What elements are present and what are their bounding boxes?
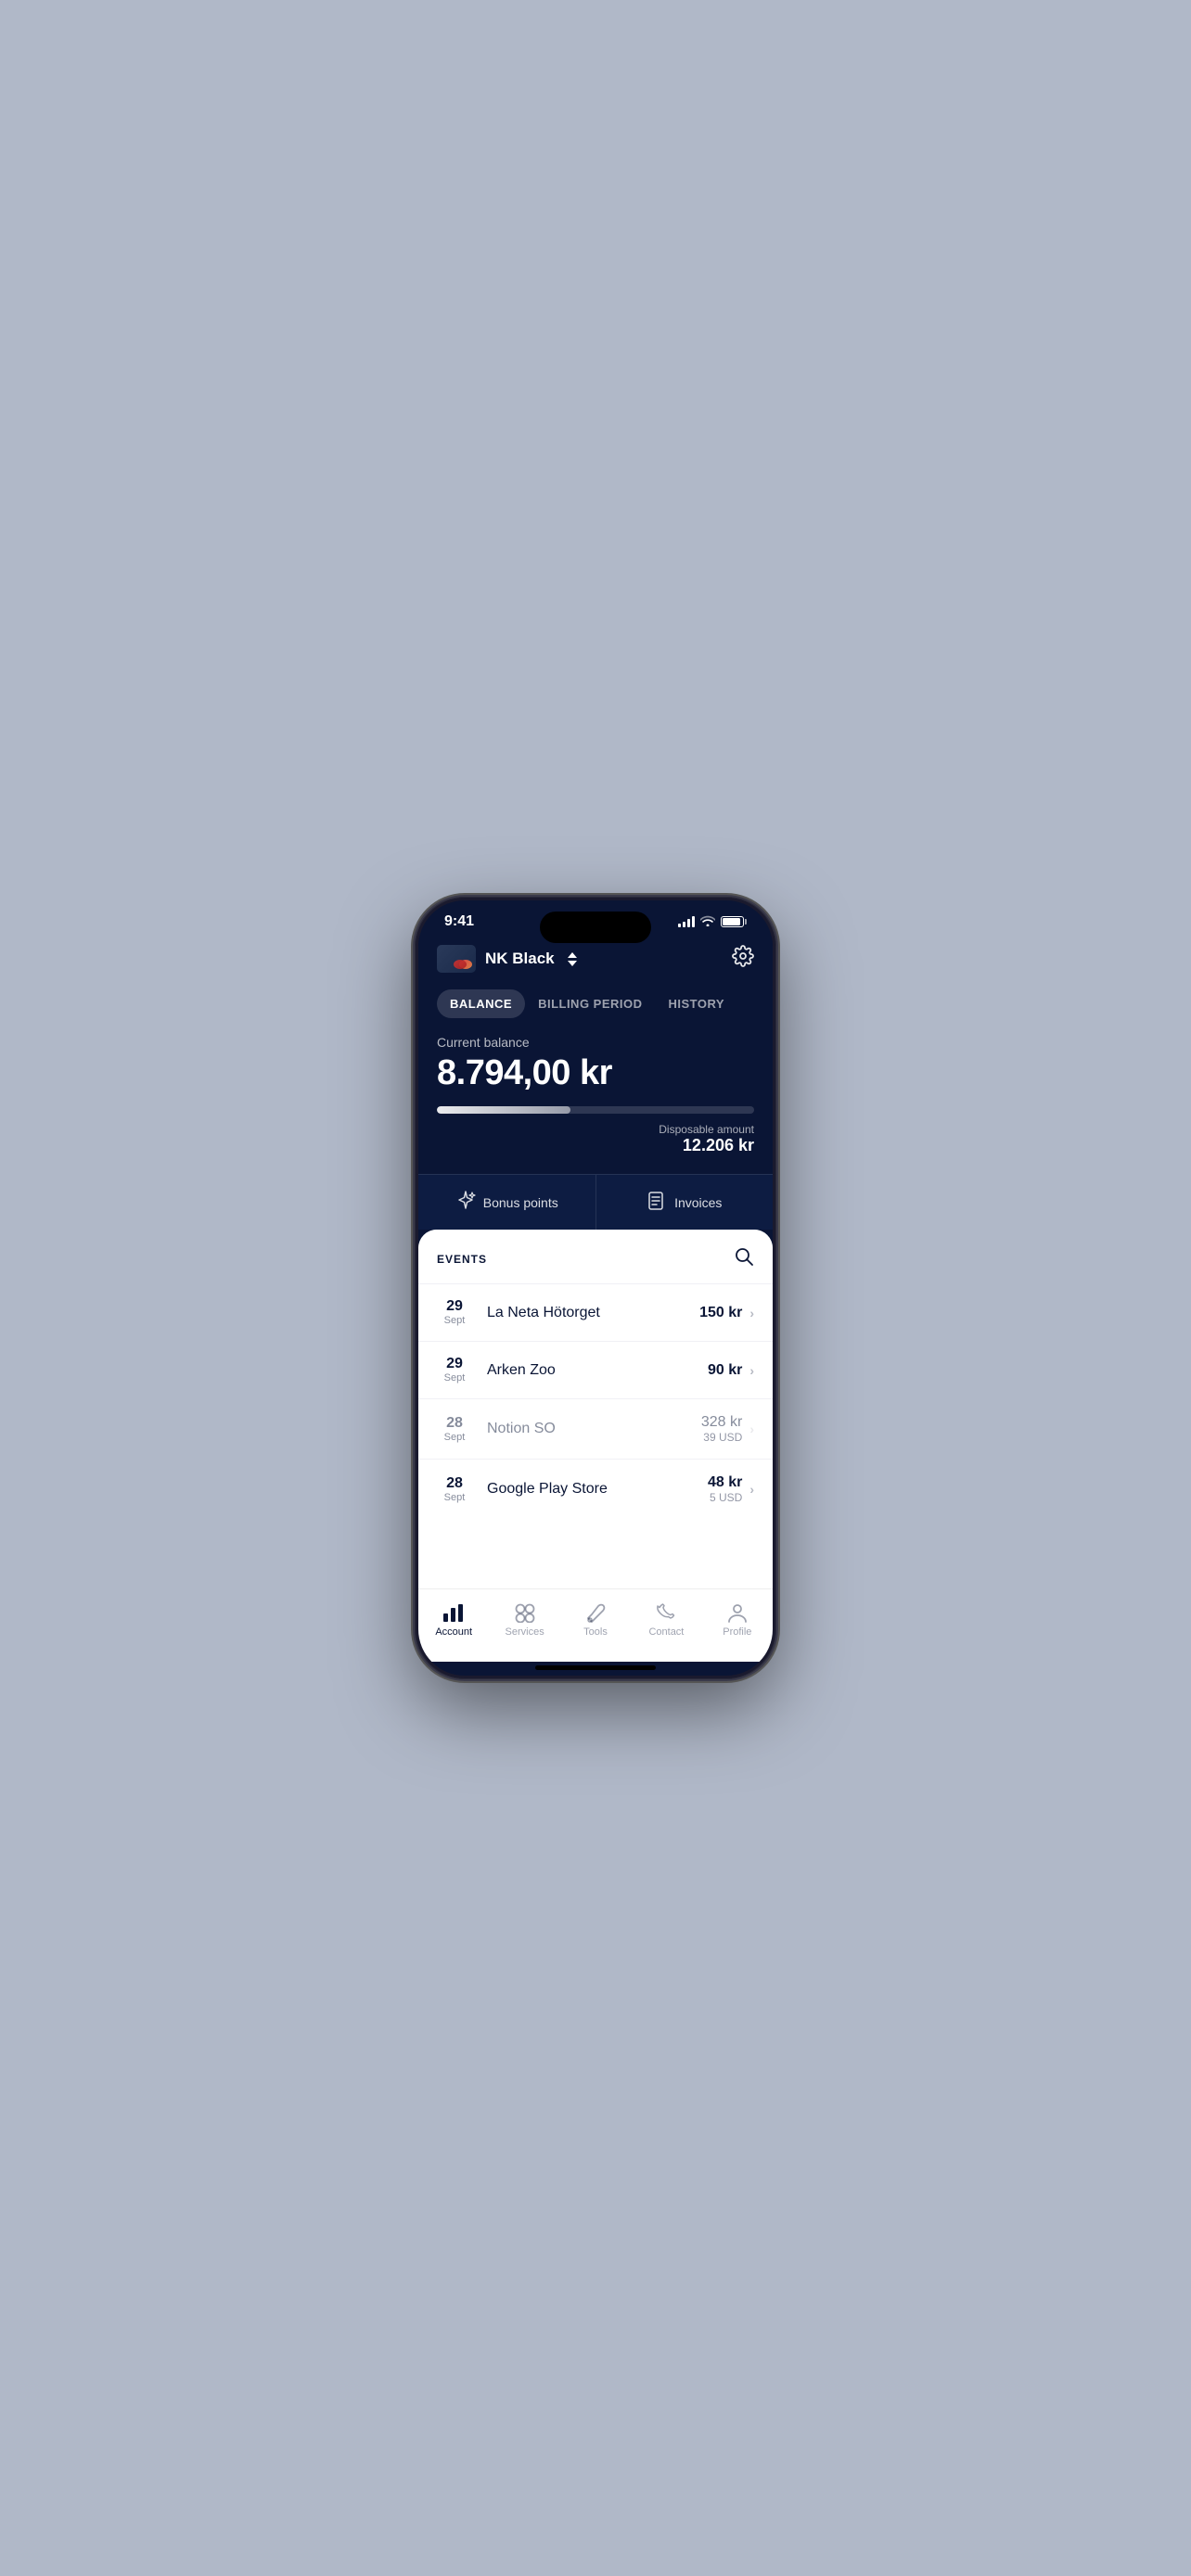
tx-amount: 48 kr bbox=[708, 1474, 742, 1491]
nav-profile-label: Profile bbox=[723, 1626, 751, 1638]
contact-icon bbox=[654, 1602, 678, 1623]
disposable-amount: 12.206 kr bbox=[437, 1136, 754, 1155]
nav-tools[interactable]: Tools bbox=[560, 1597, 631, 1643]
tx-name: Notion SO bbox=[487, 1421, 701, 1437]
bottom-nav: Account Services Tools bbox=[418, 1588, 773, 1662]
events-section: EVENTS 29 Sept La Neta Hötorget 150 kr bbox=[418, 1230, 773, 1588]
card-thumbnail bbox=[437, 945, 476, 973]
nav-tools-label: Tools bbox=[583, 1626, 608, 1638]
tx-amount-wrap: 328 kr 39 USD bbox=[701, 1414, 742, 1444]
chevron-right-icon: › bbox=[749, 1306, 754, 1320]
profile-icon bbox=[725, 1602, 749, 1623]
phone-screen: 9:41 bbox=[418, 900, 773, 1676]
balance-label: Current balance bbox=[437, 1035, 754, 1050]
invoice-icon bbox=[647, 1191, 667, 1214]
wifi-icon bbox=[700, 915, 715, 929]
sparkle-icon bbox=[455, 1190, 476, 1215]
balance-progress-bar bbox=[437, 1106, 754, 1114]
search-button[interactable] bbox=[734, 1246, 754, 1272]
signal-icon bbox=[678, 916, 695, 927]
tx-amount-wrap: 90 kr bbox=[708, 1362, 742, 1379]
tools-icon bbox=[583, 1602, 608, 1623]
disposable-label: Disposable amount bbox=[437, 1123, 754, 1136]
invoices-button[interactable]: Invoices bbox=[596, 1175, 774, 1230]
quick-actions: Bonus points Invoices bbox=[418, 1174, 773, 1230]
tab-history[interactable]: HISTORY bbox=[656, 989, 738, 1018]
tx-amount-wrap: 48 kr 5 USD bbox=[708, 1474, 742, 1504]
tx-amount: 328 kr bbox=[701, 1414, 742, 1431]
bonus-points-label: Bonus points bbox=[483, 1195, 558, 1210]
transaction-row[interactable]: 28 Sept Notion SO 328 kr 39 USD › bbox=[418, 1398, 773, 1459]
transaction-row[interactable]: 28 Sept Google Play Store 48 kr 5 USD › bbox=[418, 1459, 773, 1519]
home-indicator bbox=[535, 1665, 656, 1670]
tx-amount: 150 kr bbox=[699, 1305, 742, 1321]
transaction-row[interactable]: 29 Sept Arken Zoo 90 kr › bbox=[418, 1341, 773, 1398]
card-info[interactable]: NK Black bbox=[437, 945, 577, 973]
tx-amount-wrap: 150 kr bbox=[699, 1305, 742, 1321]
chevron-right-icon: › bbox=[749, 1482, 754, 1497]
tx-date: 28 Sept bbox=[437, 1416, 472, 1443]
tx-sub-amount: 39 USD bbox=[701, 1431, 742, 1444]
arrow-up-icon bbox=[568, 952, 577, 958]
nav-profile[interactable]: Profile bbox=[702, 1597, 773, 1643]
disposable-section: Disposable amount 12.206 kr bbox=[437, 1123, 754, 1155]
card-switcher[interactable] bbox=[568, 952, 577, 966]
tx-sub-amount: 5 USD bbox=[708, 1491, 742, 1504]
nav-contact-label: Contact bbox=[648, 1626, 684, 1638]
balance-progress-fill bbox=[437, 1106, 570, 1114]
card-selector: NK Black bbox=[437, 945, 754, 973]
phone-frame: 9:41 bbox=[415, 897, 776, 1679]
status-icons bbox=[678, 915, 747, 929]
bonus-points-button[interactable]: Bonus points bbox=[418, 1175, 596, 1230]
balance-section: Current balance 8.794,00 kr Disposable a… bbox=[418, 1035, 773, 1174]
status-time: 9:41 bbox=[444, 913, 474, 930]
card-name: NK Black bbox=[485, 950, 555, 968]
tx-amount: 90 kr bbox=[708, 1362, 742, 1379]
dynamic-island bbox=[540, 912, 651, 943]
nav-services[interactable]: Services bbox=[489, 1597, 559, 1643]
nav-account-label: Account bbox=[435, 1626, 472, 1638]
events-title: EVENTS bbox=[437, 1253, 487, 1266]
nav-services-label: Services bbox=[506, 1626, 544, 1638]
tx-date: 29 Sept bbox=[437, 1299, 472, 1326]
bar-chart-icon bbox=[442, 1602, 466, 1623]
tab-group: BALANCE BILLING PERIOD HISTORY bbox=[437, 989, 754, 1018]
balance-amount: 8.794,00 kr bbox=[437, 1053, 754, 1093]
battery-icon bbox=[721, 916, 747, 927]
tx-name: Google Play Store bbox=[487, 1481, 708, 1498]
tab-balance[interactable]: BALANCE bbox=[437, 989, 525, 1018]
chevron-right-icon: › bbox=[749, 1363, 754, 1378]
invoices-label: Invoices bbox=[674, 1195, 722, 1210]
tx-date: 29 Sept bbox=[437, 1357, 472, 1384]
services-icon bbox=[513, 1602, 537, 1623]
nav-account[interactable]: Account bbox=[418, 1597, 489, 1643]
settings-button[interactable] bbox=[732, 945, 754, 973]
nav-contact[interactable]: Contact bbox=[631, 1597, 701, 1643]
events-header: EVENTS bbox=[418, 1230, 773, 1283]
arrow-down-icon bbox=[568, 961, 577, 966]
tx-date: 28 Sept bbox=[437, 1476, 472, 1503]
header-section: NK Black BALANCE BILLING PERIOD bbox=[418, 937, 773, 1035]
tab-billing-period[interactable]: BILLING PERIOD bbox=[525, 989, 655, 1018]
tx-name: Arken Zoo bbox=[487, 1362, 708, 1379]
transaction-row[interactable]: 29 Sept La Neta Hötorget 150 kr › bbox=[418, 1283, 773, 1341]
tx-name: La Neta Hötorget bbox=[487, 1305, 699, 1321]
chevron-right-icon: › bbox=[749, 1422, 754, 1436]
